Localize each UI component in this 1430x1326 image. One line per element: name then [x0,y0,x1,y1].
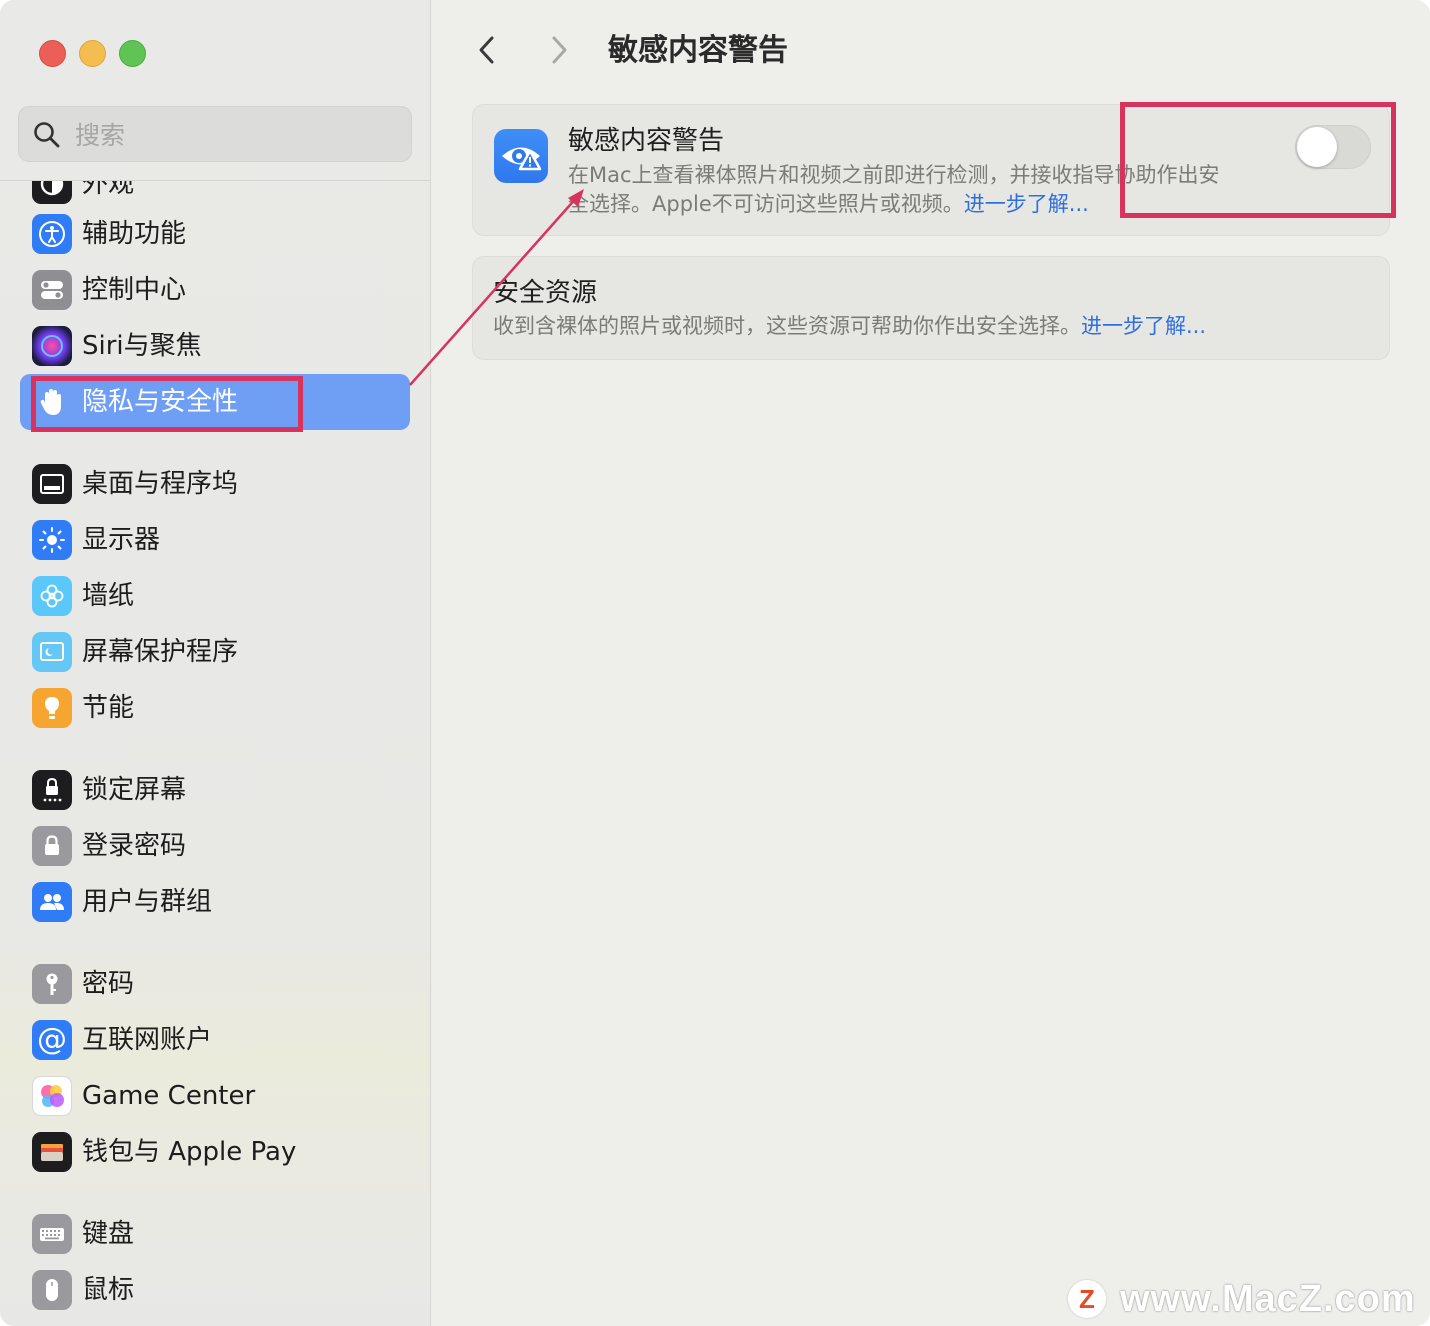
keyboard-icon [32,1214,72,1254]
watermark-text: www.MacZ.com [1120,1277,1416,1320]
sidebar-item-passwords[interactable]: 密码 [20,956,410,1012]
sidebar-item-game-center[interactable]: Game Center [20,1068,410,1124]
watermark: Z www.MacZ.com [1068,1274,1416,1324]
sidebar-item-desktop-dock[interactable]: 桌面与程序坞 [20,456,410,512]
description-line-2-row: 全选择。Apple不可访问这些照片或视频。进一步了解... [568,190,1288,219]
search-icon [34,122,60,148]
sidebar-item-label: Siri与聚焦 [82,331,202,361]
sidebar-item-privacy-security[interactable]: 隐私与安全性 [20,374,410,430]
sidebar-item-displays[interactable]: 显示器 [20,512,410,568]
control-center-icon [32,270,72,310]
main-pane: 敏感内容警告 敏感内容警告 在Mac上查看裸体照片和视频之前即进行检测，并接收指… [431,0,1430,1326]
sidebar-item-label: 显示器 [82,525,161,555]
brightness-icon [32,520,72,560]
sidebar-item-internet-accounts[interactable]: @ 互联网账户 [20,1012,410,1068]
users-icon [32,882,72,922]
watermark-logo: Z [1068,1280,1106,1318]
hand-icon [32,382,72,422]
settings-window: 外观 辅助功能 控制中心 Siri与聚焦 [0,0,1430,1326]
search-field[interactable] [18,106,412,162]
sensitive-content-toggle[interactable] [1295,125,1371,169]
card-description: 收到含裸体的照片或视频时，这些资源可帮助你作出安全选择。进一步了解... [493,312,1206,341]
padlock-icon [32,826,72,866]
page-title: 敏感内容警告 [608,33,788,68]
sidebar-list: 外观 辅助功能 控制中心 Siri与聚焦 隐私与安全性 桌面与程序坞 显示器 墙… [0,181,430,1326]
learn-more-link[interactable]: 进一步了解... [1081,314,1206,338]
sidebar-item-mouse[interactable]: 鼠标 [20,1262,410,1318]
sidebar-item-label: 屏幕保护程序 [82,637,239,667]
minimize-window-button[interactable] [79,40,106,67]
sidebar-item-label: 墙纸 [82,581,135,611]
sidebar-item-label: 桌面与程序坞 [82,469,239,499]
lightbulb-icon [32,688,72,728]
sensitive-content-card: 敏感内容警告 在Mac上查看裸体照片和视频之前即进行检测，并接收指导协助作出安 … [472,104,1390,236]
mouse-icon [32,1270,72,1310]
safety-resources-card: 安全资源 收到含裸体的照片或视频时，这些资源可帮助你作出安全选择。进一步了解..… [472,256,1390,360]
sidebar-item-label: 互联网账户 [82,1025,213,1055]
sidebar-item-login-password[interactable]: 登录密码 [20,818,410,874]
sidebar-item-control-center[interactable]: 控制中心 [20,262,410,318]
sidebar-item-wallpaper[interactable]: 墙纸 [20,568,410,624]
sidebar-item-label: 钱包与 Apple Pay [82,1137,297,1167]
chevron-right-icon [552,36,567,64]
sidebar-item-label: 辅助功能 [82,219,187,249]
sidebar-item-label: 锁定屏幕 [82,775,187,805]
dock-icon [32,464,72,504]
sidebar-item-screensaver[interactable]: 屏幕保护程序 [20,624,410,680]
description-text: 收到含裸体的照片或视频时，这些资源可帮助你作出安全选择。 [493,314,1081,338]
description-line-2: 全选择。Apple不可访问这些照片或视频。 [568,192,964,216]
search-input[interactable] [73,115,397,155]
sidebar-item-label: 键盘 [82,1219,135,1249]
key-icon [32,964,72,1004]
sidebar: 外观 辅助功能 控制中心 Siri与聚焦 [0,0,431,1326]
sidebar-item-lock-screen[interactable]: 锁定屏幕 [20,762,410,818]
card-title: 敏感内容警告 [568,126,725,156]
sidebar-item-label: 节能 [82,693,135,723]
sidebar-item-label: Game Center [82,1081,256,1111]
back-button[interactable] [469,28,505,72]
sidebar-item-energy[interactable]: 节能 [20,680,410,736]
screensaver-icon [32,632,72,672]
accessibility-icon [32,214,72,254]
zoom-window-button[interactable] [119,40,146,67]
sidebar-item-label: 外观 [82,181,135,199]
eye-warning-icon [494,129,548,183]
appearance-icon [32,181,72,204]
sidebar-item-keyboard[interactable]: 键盘 [20,1206,410,1262]
chevron-left-icon [479,36,494,64]
sidebar-item-label: 隐私与安全性 [82,387,239,417]
sidebar-item-label: 控制中心 [82,275,187,305]
sidebar-item-users-groups[interactable]: 用户与群组 [20,874,410,930]
sidebar-item-label: 鼠标 [82,1275,135,1305]
sidebar-item-label: 用户与群组 [82,887,213,917]
card-title: 安全资源 [493,278,598,308]
wallet-icon [32,1132,72,1172]
learn-more-link[interactable]: 进一步了解... [964,192,1089,216]
forward-button[interactable] [541,28,577,72]
sidebar-item-label: 密码 [82,969,135,999]
siri-icon [32,326,72,366]
wallpaper-flower-icon [32,576,72,616]
at-sign-icon: @ [32,1020,72,1060]
sidebar-item-wallet[interactable]: 钱包与 Apple Pay [20,1124,410,1180]
lock-screen-icon [32,770,72,810]
close-window-button[interactable] [39,40,66,67]
description-line-1: 在Mac上查看裸体照片和视频之前即进行检测，并接收指导协助作出安 [568,163,1220,187]
sidebar-item-label: 登录密码 [82,831,187,861]
game-center-icon [32,1076,72,1116]
card-description: 在Mac上查看裸体照片和视频之前即进行检测，并接收指导协助作出安 全选择。App… [568,161,1288,219]
toggle-knob [1297,127,1337,167]
sidebar-item-siri[interactable]: Siri与聚焦 [20,318,410,374]
sidebar-item-accessibility[interactable]: 辅助功能 [20,206,410,262]
